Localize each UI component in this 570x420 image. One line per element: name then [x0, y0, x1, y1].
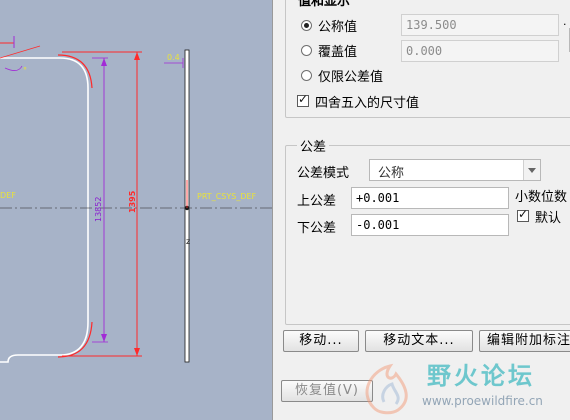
restore-value-button[interactable]: 恢复值(V) [281, 380, 373, 402]
move-text-button[interactable]: 移动文本... [365, 330, 473, 352]
move-button[interactable]: 移动... [283, 330, 359, 352]
watermark-url: www.proewildfire.cn [422, 394, 543, 408]
cad-viewport[interactable]: ° DEF 13852 1395 0.4 PRT_CSYS_DEF z [0, 0, 272, 420]
round-values-checkbox-row[interactable]: 四舍五入的尺寸值 [297, 91, 419, 111]
outer-dim-text[interactable]: 1395 [128, 190, 137, 213]
watermark: 野火论坛 www.proewildfire.cn [362, 352, 570, 420]
radio-tolerance-only-label: 仅限公差值 [318, 69, 384, 85]
side-clipped-text: · [563, 18, 567, 31]
radio-nominal-label: 公称值 [318, 19, 358, 35]
part-outline [0, 57, 89, 363]
radio-tolerance-only-icon[interactable] [301, 69, 312, 81]
lower-tolerance-field[interactable]: -0.001 [351, 214, 509, 236]
corner-angle-text: ° [23, 66, 27, 75]
round-values-label: 四舍五入的尺寸值 [315, 95, 420, 111]
radio-override[interactable]: 覆盖值 [301, 40, 357, 60]
csys-label-left: DEF [0, 191, 16, 200]
watermark-text: 野火论坛 [427, 362, 535, 390]
decimal-places-label: 小数位数 [515, 190, 568, 205]
cad-drawing: ° DEF 13852 1395 0.4 PRT_CSYS_DEF z [0, 36, 272, 363]
radio-override-icon[interactable] [301, 44, 312, 56]
round-values-checkbox[interactable] [297, 92, 309, 107]
tolerance-mode-value: 公称 [378, 166, 405, 181]
default-checkbox-row[interactable]: 默认 [517, 206, 561, 226]
upper-tolerance-label: 上公差 [297, 194, 337, 209]
default-checkbox-label: 默认 [535, 210, 562, 226]
edit-attach-annotation-button[interactable]: 编辑附加标注 [479, 330, 570, 352]
value-display-group-title: 值和显示 [295, 0, 354, 9]
radio-tolerance-only[interactable]: 仅限公差值 [301, 65, 383, 85]
radio-nominal-icon[interactable] [301, 19, 312, 31]
tolerance-mode-select[interactable]: 公称 [369, 159, 541, 181]
default-checkbox[interactable] [517, 207, 529, 222]
csys-label-right: PRT_CSYS_DEF [197, 192, 257, 201]
thickness-dim-text[interactable]: 0.4 [167, 53, 180, 62]
radio-override-label: 覆盖值 [318, 44, 358, 60]
radio-nominal[interactable]: 公称值 [301, 15, 357, 35]
inner-dim-text[interactable]: 13852 [94, 197, 103, 222]
flame-logo-icon [365, 363, 408, 415]
tolerance-mode-label: 公差模式 [297, 166, 350, 181]
nominal-value-field[interactable]: 139.500 [401, 14, 559, 36]
override-value-field[interactable]: 0.000 [401, 40, 559, 62]
axis-marker-text: z [186, 237, 190, 246]
chevron-down-icon[interactable] [523, 160, 540, 180]
corner-top-highlight [57, 54, 93, 89]
tolerance-group-title: 公差 [297, 136, 330, 155]
upper-tolerance-field[interactable]: +0.001 [351, 187, 509, 209]
lower-tolerance-label: 下公差 [297, 221, 337, 236]
